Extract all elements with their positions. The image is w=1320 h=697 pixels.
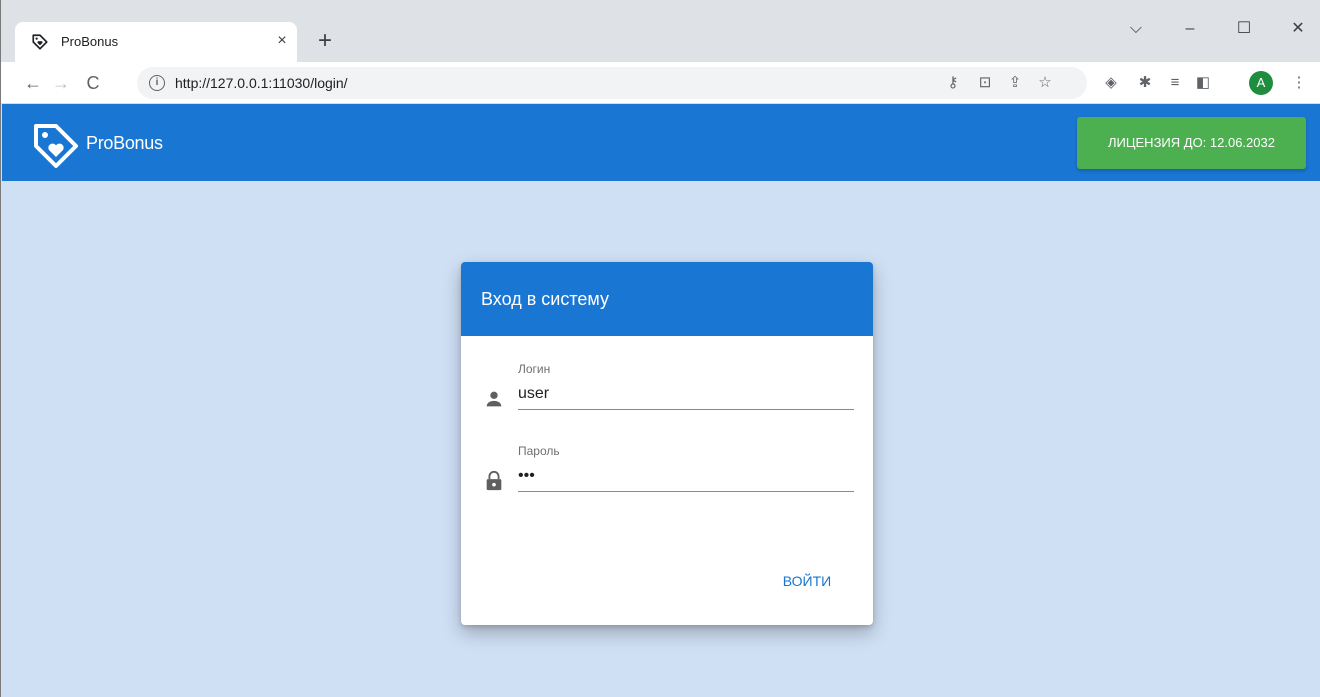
minimize-icon[interactable]: – bbox=[1175, 14, 1205, 44]
address-bar[interactable]: i http://127.0.0.1:11030/login/ ⚷ ⊡ ⇪ ☆ bbox=[137, 67, 1087, 99]
url-text[interactable]: http://127.0.0.1:11030/login/ bbox=[175, 75, 348, 91]
logo-icon bbox=[34, 124, 78, 168]
username-field: Логин bbox=[481, 362, 854, 422]
key-icon[interactable]: ⚷ bbox=[943, 73, 963, 93]
back-icon[interactable]: ← bbox=[21, 71, 45, 95]
profile-avatar[interactable]: A bbox=[1249, 71, 1273, 95]
login-button[interactable]: ВОЙТИ bbox=[769, 566, 845, 596]
tab-title: ProBonus bbox=[61, 34, 119, 49]
menu-kebab-icon[interactable]: ⋮ bbox=[1289, 73, 1309, 93]
browser-toolbar: ← → C i http://127.0.0.1:11030/login/ ⚷ … bbox=[1, 62, 1320, 104]
window-close-icon[interactable]: ✕ bbox=[1283, 14, 1313, 44]
forward-icon[interactable]: → bbox=[49, 71, 73, 95]
site-info-icon[interactable]: i bbox=[149, 75, 165, 91]
share-icon[interactable]: ⇪ bbox=[1005, 73, 1025, 93]
browser-window: ProBonus × + ⌵ – ☐ ✕ ← → C i http://127.… bbox=[0, 0, 1320, 697]
password-field: Пароль bbox=[481, 444, 854, 504]
maximize-icon[interactable]: ☐ bbox=[1229, 14, 1259, 44]
lock-icon bbox=[486, 470, 502, 491]
new-tab-button[interactable]: + bbox=[313, 29, 337, 54]
tag-heart-icon bbox=[32, 34, 48, 50]
login-card: Вход в систему Логин Пароль ВОЙТИ bbox=[461, 262, 873, 625]
app-header: ProBonus ЛИЦЕНЗИЯ ДО: 12.06.2032 bbox=[2, 104, 1320, 181]
reload-icon[interactable]: C bbox=[81, 71, 105, 95]
login-card-header: Вход в систему bbox=[461, 262, 873, 336]
extensions-puzzle-icon[interactable]: ✱ bbox=[1135, 73, 1155, 93]
tab-search-icon[interactable]: ⌵ bbox=[1121, 14, 1151, 44]
username-input[interactable] bbox=[518, 378, 854, 410]
username-label: Логин bbox=[518, 362, 551, 376]
reading-list-icon[interactable]: ≡ bbox=[1165, 73, 1185, 93]
bookmark-star-icon[interactable]: ☆ bbox=[1035, 73, 1055, 93]
tab-strip: ProBonus × + ⌵ – ☐ ✕ bbox=[1, 0, 1320, 62]
shield-extension-icon[interactable]: ◈ bbox=[1101, 73, 1121, 93]
brand-name: ProBonus bbox=[86, 133, 163, 153]
license-button[interactable]: ЛИЦЕНЗИЯ ДО: 12.06.2032 bbox=[1077, 117, 1306, 169]
password-input[interactable] bbox=[518, 460, 854, 492]
tab-close-icon[interactable]: × bbox=[271, 30, 293, 52]
browser-tab[interactable]: ProBonus × bbox=[15, 22, 297, 62]
login-title: Вход в систему bbox=[481, 289, 609, 309]
person-icon bbox=[486, 391, 502, 407]
password-label: Пароль bbox=[518, 444, 560, 458]
side-panel-icon[interactable]: ◧ bbox=[1193, 73, 1213, 93]
translate-icon[interactable]: ⊡ bbox=[975, 73, 995, 93]
